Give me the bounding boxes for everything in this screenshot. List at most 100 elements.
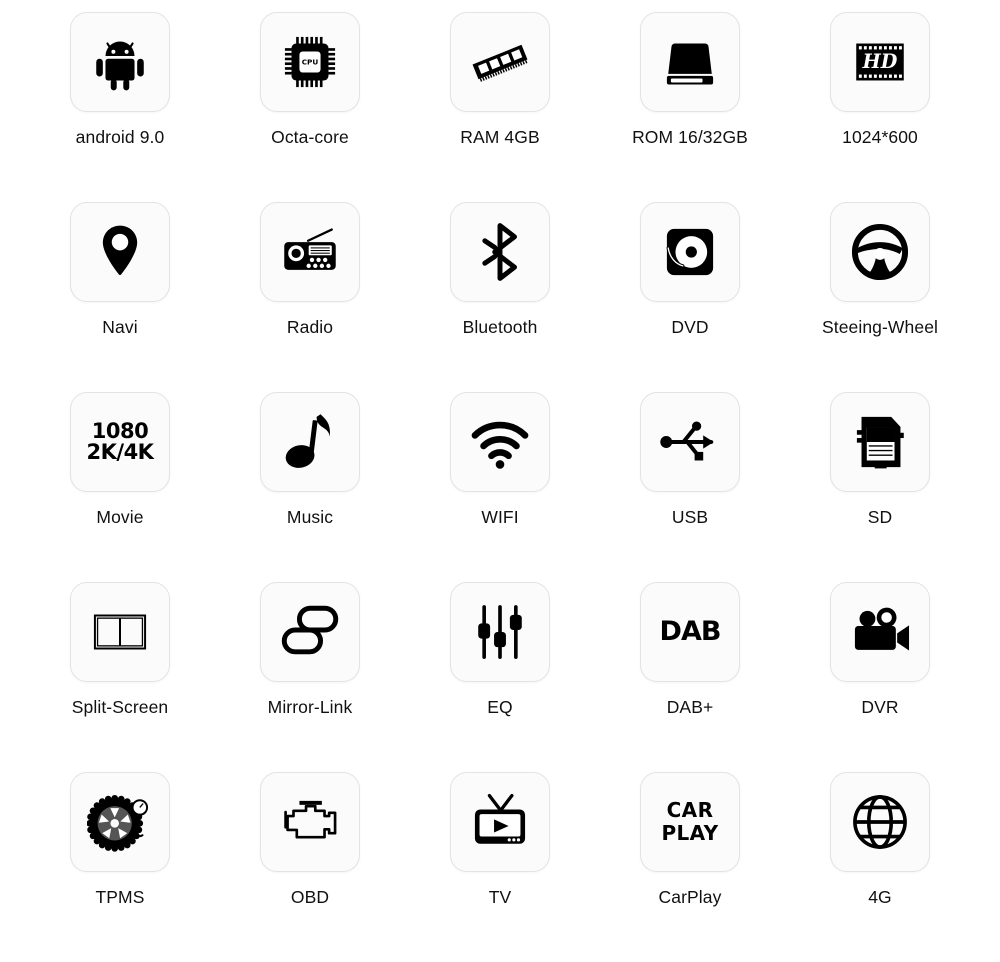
feature-cell[interactable]: WIFI (405, 392, 595, 582)
feature-cell[interactable]: SD (785, 392, 975, 582)
feature-tile[interactable] (640, 12, 740, 112)
feature-label: Movie (96, 507, 144, 527)
feature-tile[interactable] (450, 12, 550, 112)
feature-cell[interactable]: Steeing-Wheel (785, 202, 975, 392)
resolution-text-icon: 1080 2K/4K (86, 418, 154, 464)
feature-tile[interactable] (450, 772, 550, 872)
usb-icon (657, 409, 723, 475)
bluetooth-icon (467, 219, 533, 285)
feature-cell[interactable]: Bluetooth (405, 202, 595, 392)
feature-cell[interactable]: Split-Screen (25, 582, 215, 772)
feature-label: 1024*600 (842, 127, 918, 147)
feature-cell[interactable]: RAM 4GB (405, 12, 595, 202)
feature-label: Steeing-Wheel (821, 317, 939, 337)
feature-tile[interactable] (70, 582, 170, 682)
feature-label: TPMS (95, 887, 145, 907)
link-chain-icon (277, 599, 343, 665)
feature-cell[interactable]: CPU Octa-core (215, 12, 405, 202)
feature-cell[interactable]: Music (215, 392, 405, 582)
equalizer-sliders-icon (467, 599, 533, 665)
feature-label: USB (671, 507, 709, 527)
split-screen-icon (87, 599, 153, 665)
feature-tile[interactable]: DAB (640, 582, 740, 682)
feature-tile[interactable] (450, 202, 550, 302)
feature-cell[interactable]: Radio (215, 202, 405, 392)
feature-cell[interactable]: TPMS (25, 772, 215, 962)
feature-label: DVD (671, 317, 709, 337)
ram-module-icon (467, 29, 533, 95)
feature-cell[interactable]: HD 1024*600 (785, 12, 975, 202)
feature-tile[interactable] (260, 202, 360, 302)
feature-cell[interactable]: 1080 2K/4K Movie (25, 392, 215, 582)
feature-tile[interactable] (450, 582, 550, 682)
cpu-chip-icon: CPU (277, 29, 343, 95)
map-pin-icon (87, 219, 153, 285)
feature-tile[interactable] (830, 772, 930, 872)
feature-tile[interactable]: CPU (260, 12, 360, 112)
dab-text-icon: DAB (659, 616, 722, 648)
feature-label: RAM 4GB (460, 127, 540, 147)
radio-receiver-icon (277, 219, 343, 285)
feature-cell[interactable]: EQ (405, 582, 595, 772)
feature-cell[interactable]: 4G (785, 772, 975, 962)
feature-cell[interactable]: TV (405, 772, 595, 962)
feature-label: SD (867, 507, 893, 527)
feature-label: Split-Screen (71, 697, 169, 717)
svg-text:CPU: CPU (302, 58, 319, 67)
feature-label: WIFI (481, 507, 519, 527)
svg-text:HD: HD (862, 50, 898, 73)
android-robot-icon (87, 29, 153, 95)
feature-tile[interactable] (70, 12, 170, 112)
dvd-disc-icon (657, 219, 723, 285)
feature-tile[interactable] (830, 582, 930, 682)
feature-label: 4G (868, 887, 892, 907)
wifi-icon (467, 409, 533, 475)
feature-tile[interactable] (450, 392, 550, 492)
feature-cell[interactable]: USB (595, 392, 785, 582)
feature-label: Radio (286, 317, 334, 337)
feature-label: android 9.0 (75, 127, 165, 147)
feature-grid: android 9.0 CPU Octa-core RAM 4GB ROM 16… (0, 0, 1000, 948)
feature-cell[interactable]: CAR PLAY CarPlay (595, 772, 785, 962)
feature-cell[interactable]: DAB DAB+ (595, 582, 785, 772)
steering-wheel-icon (847, 219, 913, 285)
feature-cell[interactable]: DVD (595, 202, 785, 392)
feature-tile[interactable] (830, 202, 930, 302)
engine-check-icon (277, 789, 343, 855)
feature-cell[interactable]: OBD (215, 772, 405, 962)
sd-card-icon (847, 409, 913, 475)
feature-tile[interactable] (260, 772, 360, 872)
feature-label: TV (488, 887, 512, 907)
feature-label: ROM 16/32GB (632, 127, 748, 147)
hard-drive-icon (657, 29, 723, 95)
music-note-icon (277, 409, 343, 475)
feature-tile[interactable]: 1080 2K/4K (70, 392, 170, 492)
feature-tile[interactable] (70, 772, 170, 872)
feature-tile[interactable] (260, 582, 360, 682)
feature-tile[interactable]: HD (830, 12, 930, 112)
feature-label: Music (286, 507, 334, 527)
feature-tile[interactable] (70, 202, 170, 302)
carplay-line-1: CAR (666, 798, 714, 822)
feature-tile[interactable] (640, 392, 740, 492)
feature-label: Mirror-Link (267, 697, 353, 717)
tire-pressure-icon (87, 789, 153, 855)
feature-cell[interactable]: DVR (785, 582, 975, 772)
carplay-line-2: PLAY (661, 821, 719, 845)
resolution-line-2: 2K/4K (86, 440, 154, 464)
feature-tile[interactable]: CAR PLAY (640, 772, 740, 872)
feature-cell[interactable]: Navi (25, 202, 215, 392)
resolution-line-1: 1080 (91, 418, 149, 443)
feature-tile[interactable] (260, 392, 360, 492)
feature-cell[interactable]: ROM 16/32GB (595, 12, 785, 202)
feature-cell[interactable]: Mirror-Link (215, 582, 405, 772)
globe-icon (847, 789, 913, 855)
feature-tile[interactable] (830, 392, 930, 492)
feature-label: DAB+ (666, 697, 714, 717)
feature-label: Navi (102, 317, 138, 337)
hd-film-icon: HD (847, 29, 913, 95)
feature-cell[interactable]: android 9.0 (25, 12, 215, 202)
feature-tile[interactable] (640, 202, 740, 302)
carplay-text-icon: CAR PLAY (661, 799, 718, 845)
feature-label: EQ (487, 697, 513, 717)
